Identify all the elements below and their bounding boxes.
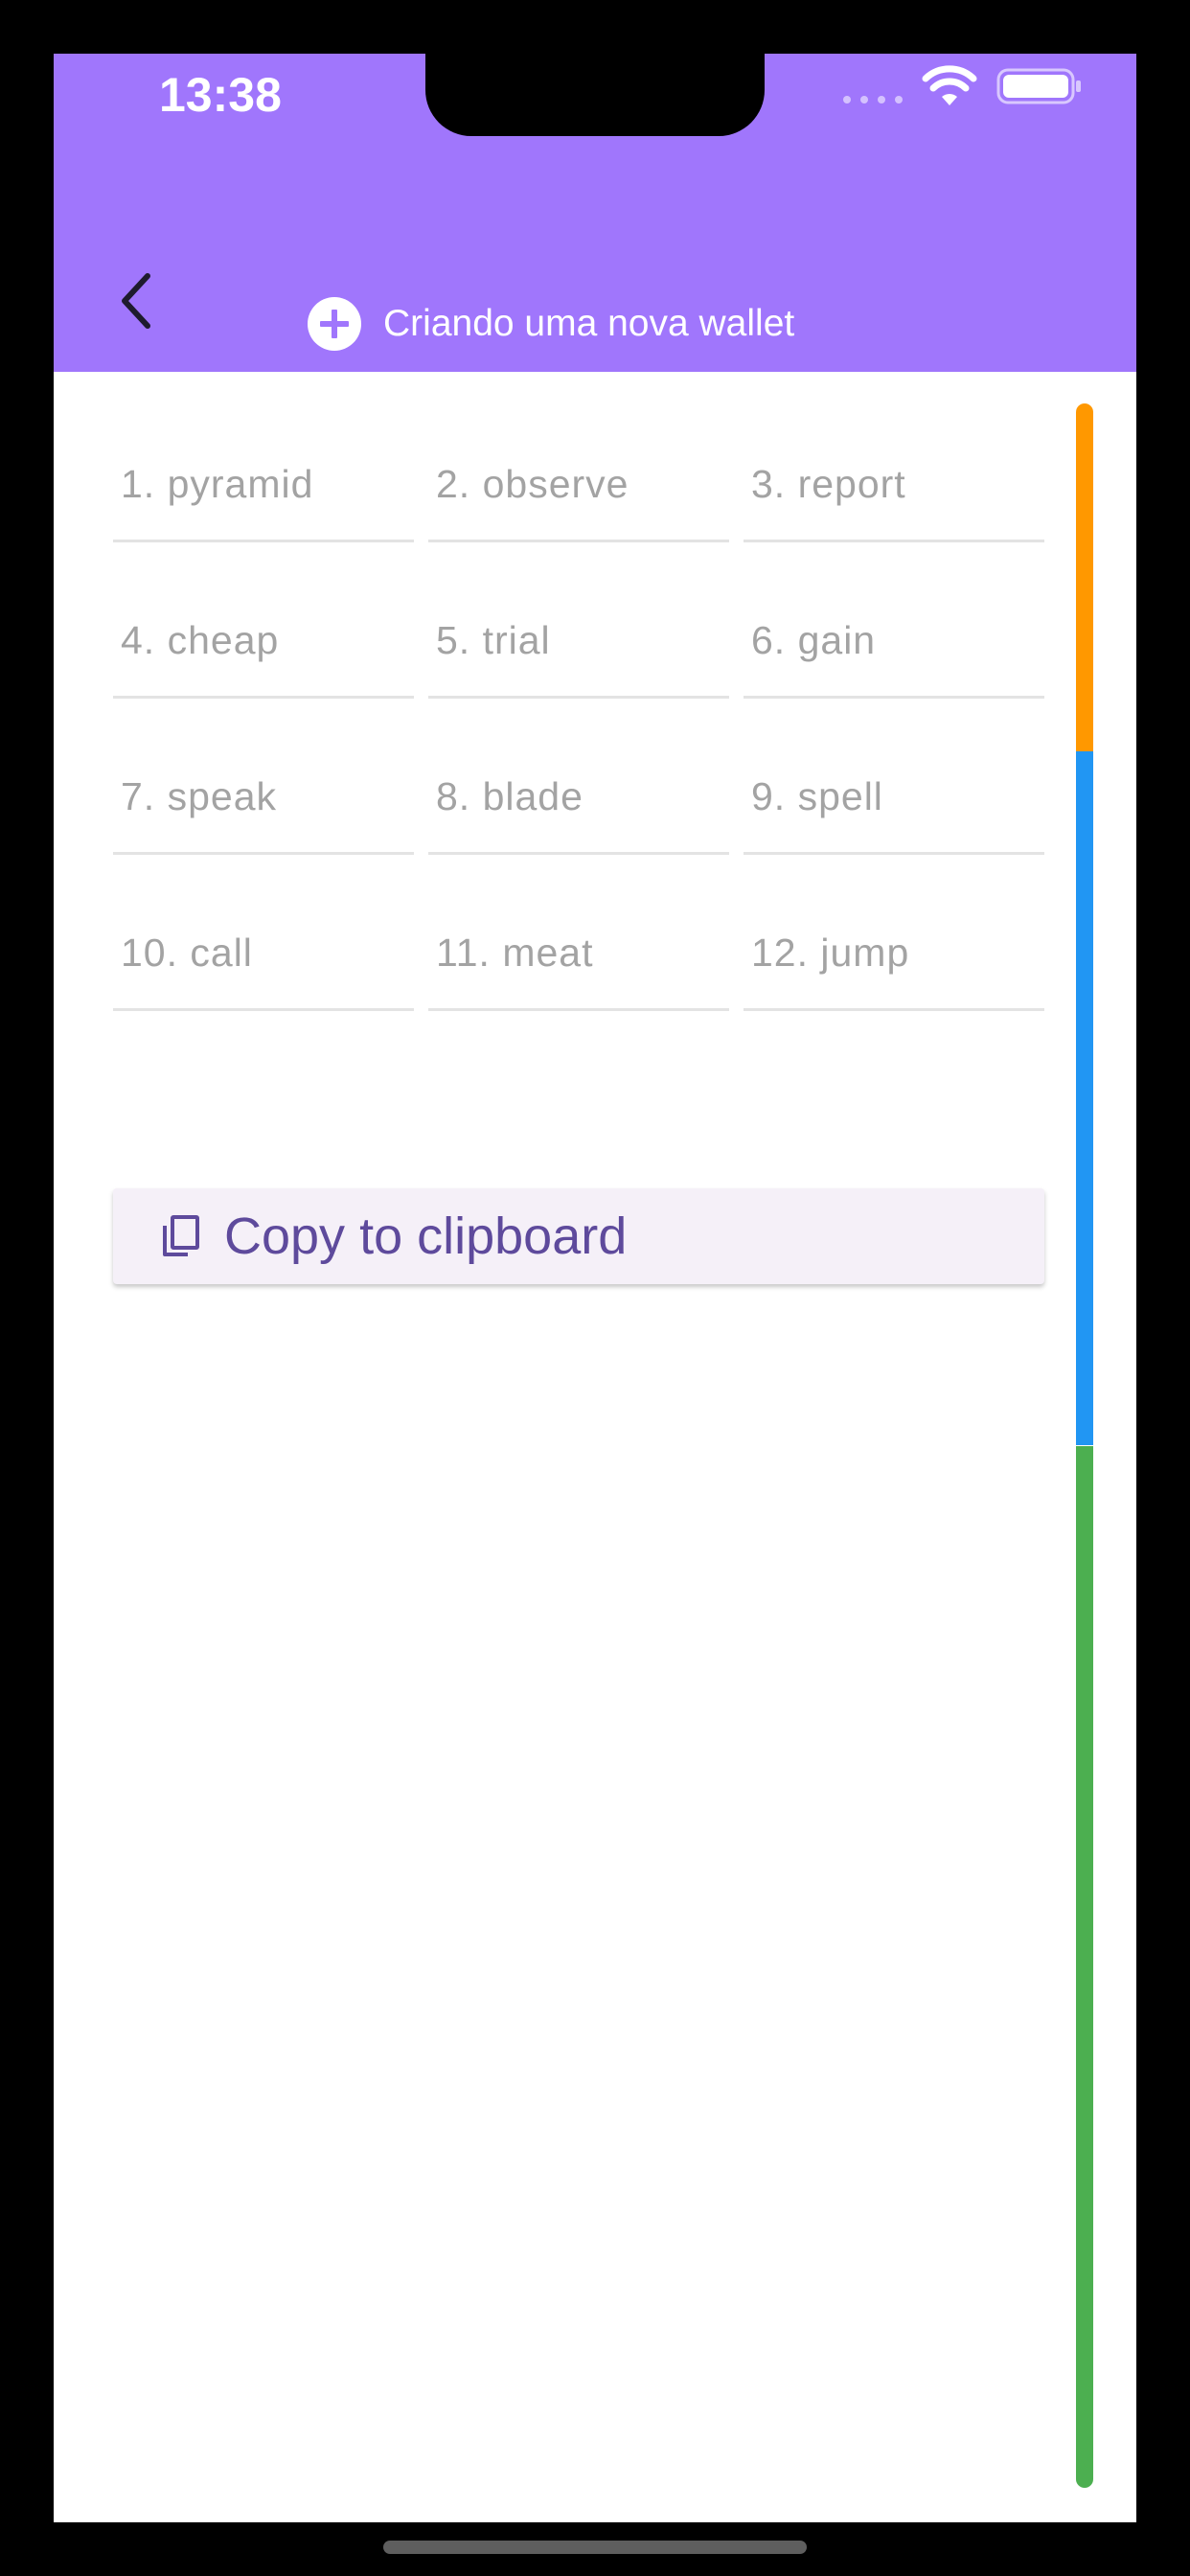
mnemonic-word: 8. blade: [436, 774, 584, 818]
copy-icon: [163, 1215, 199, 1256]
home-indicator[interactable]: [383, 2541, 807, 2554]
mnemonic-word: 10. call: [121, 931, 253, 975]
back-button[interactable]: [107, 263, 165, 339]
word-cell: 5. trial: [428, 593, 729, 699]
mnemonic-word: 7. speak: [121, 774, 277, 818]
app-bar-title: Criando uma nova wallet: [307, 293, 794, 355]
copy-button-label: Copy to clipboard: [224, 1208, 628, 1265]
page-title: Criando uma nova wallet: [383, 303, 795, 344]
word-cell: 12. jump: [744, 906, 1044, 1011]
strength-segment: [1076, 1446, 1093, 2488]
strength-segment: [1076, 403, 1093, 751]
add-circle-icon: [308, 297, 361, 351]
word-cell: 3. report: [744, 437, 1044, 542]
word-cell: 2. observe: [428, 437, 729, 542]
mnemonic-word: 5. trial: [436, 618, 551, 662]
word-cell: 6. gain: [744, 593, 1044, 699]
app-screen: 13:38 Criando uma nova wallet 1. pyramid…: [54, 54, 1136, 2522]
app-bar: 13:38 Criando uma nova wallet: [54, 54, 1136, 372]
cellular-dots-icon: [843, 96, 903, 104]
copy-to-clipboard-button[interactable]: Copy to clipboard: [113, 1188, 1044, 1284]
wifi-icon: [922, 65, 977, 105]
mnemonic-word: 12. jump: [751, 931, 910, 975]
chevron-left-icon: [122, 273, 150, 329]
word-cell: 7. speak: [113, 749, 414, 855]
strength-indicator-bar: [1076, 403, 1093, 2488]
mnemonic-word: 3. report: [751, 462, 906, 506]
mnemonic-word: 1. pyramid: [121, 462, 314, 506]
word-cell: 4. cheap: [113, 593, 414, 699]
word-cell: 11. meat: [428, 906, 729, 1011]
word-cell: 1. pyramid: [113, 437, 414, 542]
mnemonic-word: 9. spell: [751, 774, 883, 818]
word-cell: 9. spell: [744, 749, 1044, 855]
strength-segment: [1076, 751, 1093, 1445]
mnemonic-word: 2. observe: [436, 462, 629, 506]
word-cell: 10. call: [113, 906, 414, 1011]
mnemonic-word: 11. meat: [436, 931, 594, 975]
status-time: 13:38: [159, 68, 282, 122]
word-cell: 8. blade: [428, 749, 729, 855]
battery-icon: [996, 68, 1081, 104]
camera-notch: [425, 54, 765, 136]
mnemonic-word: 6. gain: [751, 618, 877, 662]
mnemonic-word: 4. cheap: [121, 618, 280, 662]
